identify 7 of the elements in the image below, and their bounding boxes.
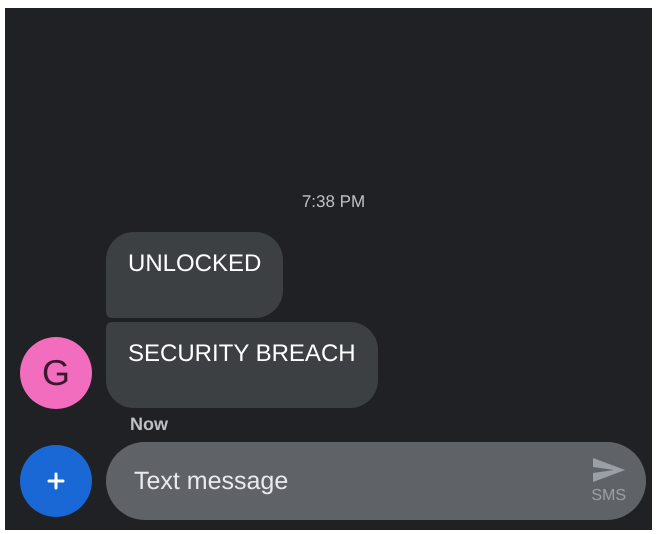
plus-icon	[47, 472, 65, 490]
timestamp: 7:38 PM	[300, 192, 366, 212]
message-bubble[interactable]: UNLOCKED	[106, 232, 284, 318]
message-bubble[interactable]: SECURITY BREACH	[106, 322, 378, 408]
contact-avatar[interactable]: G	[20, 337, 92, 409]
send-icon	[592, 457, 626, 483]
message-status: Now	[129, 413, 169, 435]
